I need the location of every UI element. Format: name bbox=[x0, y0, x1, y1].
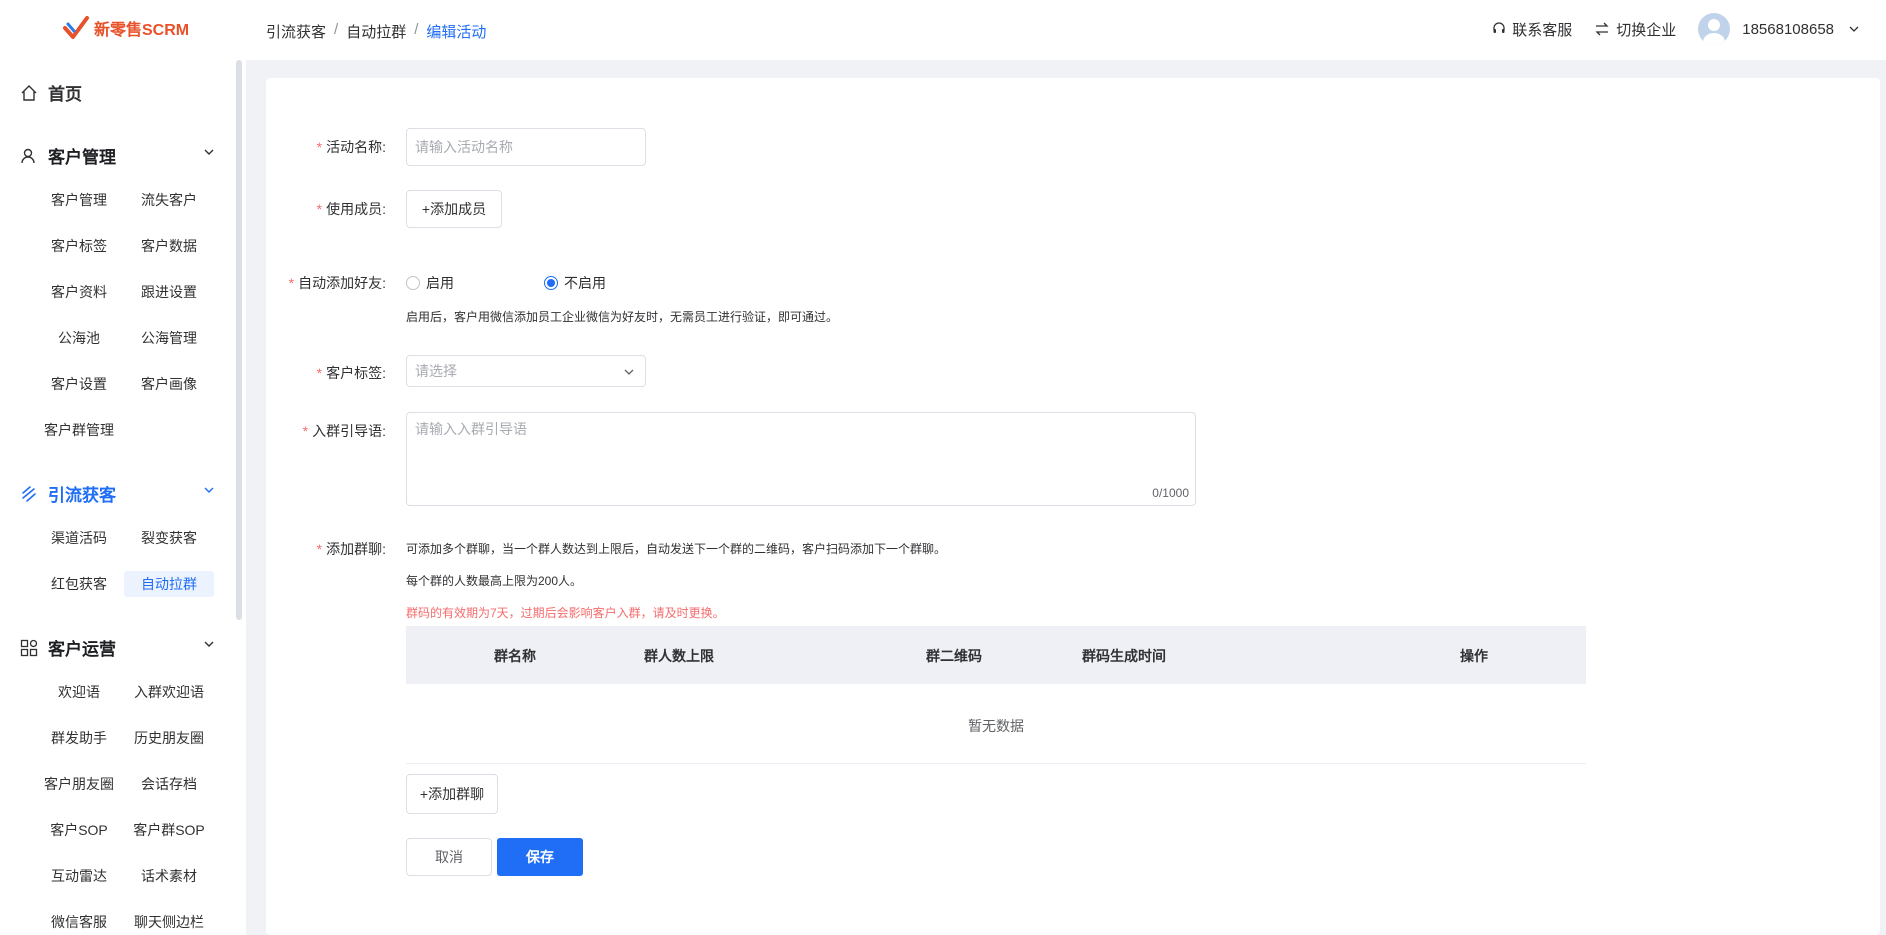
group-limit-hint: 每个群的人数最高上限为200人。 bbox=[406, 574, 583, 588]
chevron-down-icon bbox=[1849, 26, 1859, 32]
main-card bbox=[266, 78, 1880, 935]
add-member-button[interactable]: +添加成员 bbox=[406, 190, 502, 228]
auto-add-hint: 启用后，客户用微信添加员工企业微信为好友时，无需员工进行验证，即可通过。 bbox=[406, 310, 839, 324]
sidebar-item-active[interactable]: 自动拉群 bbox=[124, 571, 214, 597]
group-table: 群名称 群人数上限 群二维码 群码生成时间 操作 暂无数据 bbox=[406, 626, 1586, 764]
radio-label: 启用 bbox=[426, 275, 454, 291]
breadcrumb-separator: / bbox=[414, 21, 419, 38]
auto-add-enable-radio[interactable]: 启用 bbox=[406, 273, 454, 293]
column-header: 操作 bbox=[1460, 648, 1488, 664]
customer-tag-label: * 客户标签: bbox=[316, 365, 386, 381]
traffic-icon bbox=[22, 485, 36, 502]
column-header: 群二维码 bbox=[926, 648, 982, 664]
sidebar-group-title: 客户管理 bbox=[48, 148, 116, 167]
logo-text: 新零售SCRM bbox=[94, 22, 190, 39]
add-group-button[interactable]: +添加群聊 bbox=[406, 774, 498, 814]
sidebar-item[interactable]: 客户群SOP bbox=[124, 817, 214, 843]
contact-service-label: 联系客服 bbox=[1512, 21, 1573, 39]
radio-dot bbox=[406, 276, 420, 290]
breadcrumb: 引流获客 / 自动拉群 / 编辑活动 bbox=[266, 21, 486, 42]
sidebar-item[interactable]: 公海管理 bbox=[124, 325, 214, 351]
contact-service-button[interactable]: 联系客服 bbox=[1492, 19, 1572, 40]
save-button[interactable]: 保存 bbox=[497, 838, 583, 876]
sidebar-item[interactable]: 渠道活码 bbox=[34, 525, 124, 551]
sidebar-item[interactable]: 客户标签 bbox=[34, 233, 124, 259]
user-menu[interactable]: 18568108658 bbox=[1698, 13, 1860, 45]
user-phone: 18568108658 bbox=[1742, 20, 1834, 38]
column-header: 群名称 bbox=[494, 648, 536, 664]
sidebar-item[interactable]: 客户数据 bbox=[124, 233, 214, 259]
sidebar-item[interactable]: 话术素材 bbox=[124, 863, 214, 889]
switch-arrows-icon bbox=[1595, 22, 1609, 36]
chevron-down-icon bbox=[204, 487, 214, 493]
sidebar-item[interactable]: 聊天侧边栏 bbox=[124, 909, 214, 935]
sidebar-item[interactable]: 会话存档 bbox=[124, 771, 214, 797]
empty-state: 暂无数据 bbox=[968, 718, 1024, 734]
column-header: 群码生成时间 bbox=[1082, 648, 1166, 664]
sidebar-item[interactable]: 客户朋友圈 bbox=[34, 771, 124, 797]
column-header: 群人数上限 bbox=[644, 648, 714, 664]
guide-text-label: * 入群引导语: bbox=[302, 423, 386, 439]
auto-add-friend-label: * 自动添加好友: bbox=[288, 275, 386, 291]
cancel-button[interactable]: 取消 bbox=[406, 838, 492, 876]
sidebar-item[interactable]: 客户管理 bbox=[34, 187, 124, 213]
grid-icon bbox=[20, 639, 38, 656]
chevron-down-icon bbox=[204, 641, 214, 647]
sidebar-item[interactable]: 历史朋友圈 bbox=[124, 725, 214, 751]
sidebar-item[interactable]: 欢迎语 bbox=[34, 679, 124, 705]
sidebar-item[interactable]: 公海池 bbox=[34, 325, 124, 351]
logo-check-icon bbox=[63, 16, 89, 39]
breadcrumb-separator: / bbox=[334, 21, 339, 38]
breadcrumb-item[interactable]: 自动拉群 bbox=[346, 21, 406, 42]
add-group-label: * 添加群聊: bbox=[316, 541, 386, 557]
radio-label: 不启用 bbox=[564, 275, 606, 291]
sidebar-item[interactable]: 客户SOP bbox=[34, 817, 124, 843]
header-actions: 联系客服 切换企业 18568108658 bbox=[1492, 13, 1860, 45]
sidebar-item[interactable]: 客户群管理 bbox=[34, 417, 124, 443]
switch-company-button[interactable]: 切换企业 bbox=[1594, 19, 1676, 40]
sidebar-home-label: 首页 bbox=[48, 85, 82, 104]
switch-company-label: 切换企业 bbox=[1616, 21, 1677, 39]
activity-name-input[interactable]: 请输入活动名称 bbox=[406, 128, 646, 166]
guide-text-textarea[interactable]: 请输入入群引导语 0/1000 bbox=[406, 412, 1196, 506]
home-icon bbox=[21, 84, 37, 101]
top-header: 新零售SCRM 引流获客 / 自动拉群 / 编辑活动 联系客服 切换企业 185… bbox=[0, 0, 1886, 60]
sidebar-item-home[interactable]: 首页 bbox=[20, 80, 82, 105]
members-label: * 使用成员: bbox=[316, 201, 386, 217]
group-hint: 可添加多个群聊，当一个群人数达到上限后，自动发送下一个群的二维码，客户扫码添加下… bbox=[406, 542, 947, 556]
sidebar-item[interactable]: 客户设置 bbox=[34, 371, 124, 397]
sidebar-group-title: 客户运营 bbox=[48, 640, 116, 659]
sidebar-item[interactable]: 微信客服 bbox=[34, 909, 124, 935]
customer-tag-select[interactable]: 请选择 bbox=[406, 355, 646, 387]
textarea-placeholder: 请输入入群引导语 bbox=[415, 421, 527, 437]
sidebar: 首页 客户管理 客户管理 流失客户 客户标签 客户数据 客户资料 跟进设置 公海… bbox=[0, 60, 246, 935]
headset-icon bbox=[1493, 22, 1505, 33]
user-icon bbox=[21, 148, 35, 163]
sidebar-item[interactable]: 互动雷达 bbox=[34, 863, 124, 889]
avatar bbox=[1698, 13, 1731, 45]
table-header: 群名称 群人数上限 群二维码 群码生成时间 操作 bbox=[406, 626, 1586, 684]
group-expiry-warning: 群码的有效期为7天，过期后会影响客户入群，请及时更换。 bbox=[406, 606, 725, 620]
activity-name-label: * 活动名称: bbox=[316, 139, 386, 155]
sidebar-item[interactable]: 客户资料 bbox=[34, 279, 124, 305]
radio-dot-selected bbox=[544, 276, 558, 290]
breadcrumb-current: 编辑活动 bbox=[426, 24, 487, 41]
char-counter: 0/1000 bbox=[1152, 486, 1189, 500]
sidebar-item[interactable]: 群发助手 bbox=[34, 725, 124, 751]
breadcrumb-item[interactable]: 引流获客 bbox=[266, 21, 326, 42]
sidebar-group-title: 引流获客 bbox=[48, 486, 116, 505]
chevron-down-icon bbox=[624, 369, 634, 375]
sidebar-item[interactable]: 红包获客 bbox=[34, 571, 124, 597]
logo[interactable]: 新零售SCRM bbox=[62, 14, 189, 42]
table-body: 暂无数据 bbox=[406, 684, 1586, 764]
sidebar-group-traffic[interactable]: 引流获客 bbox=[20, 481, 216, 506]
sidebar-item[interactable]: 入群欢迎语 bbox=[124, 679, 214, 705]
select-placeholder: 请选择 bbox=[415, 363, 457, 379]
auto-add-disable-radio[interactable]: 不启用 bbox=[544, 273, 606, 293]
sidebar-group-operation[interactable]: 客户运营 bbox=[20, 635, 216, 660]
